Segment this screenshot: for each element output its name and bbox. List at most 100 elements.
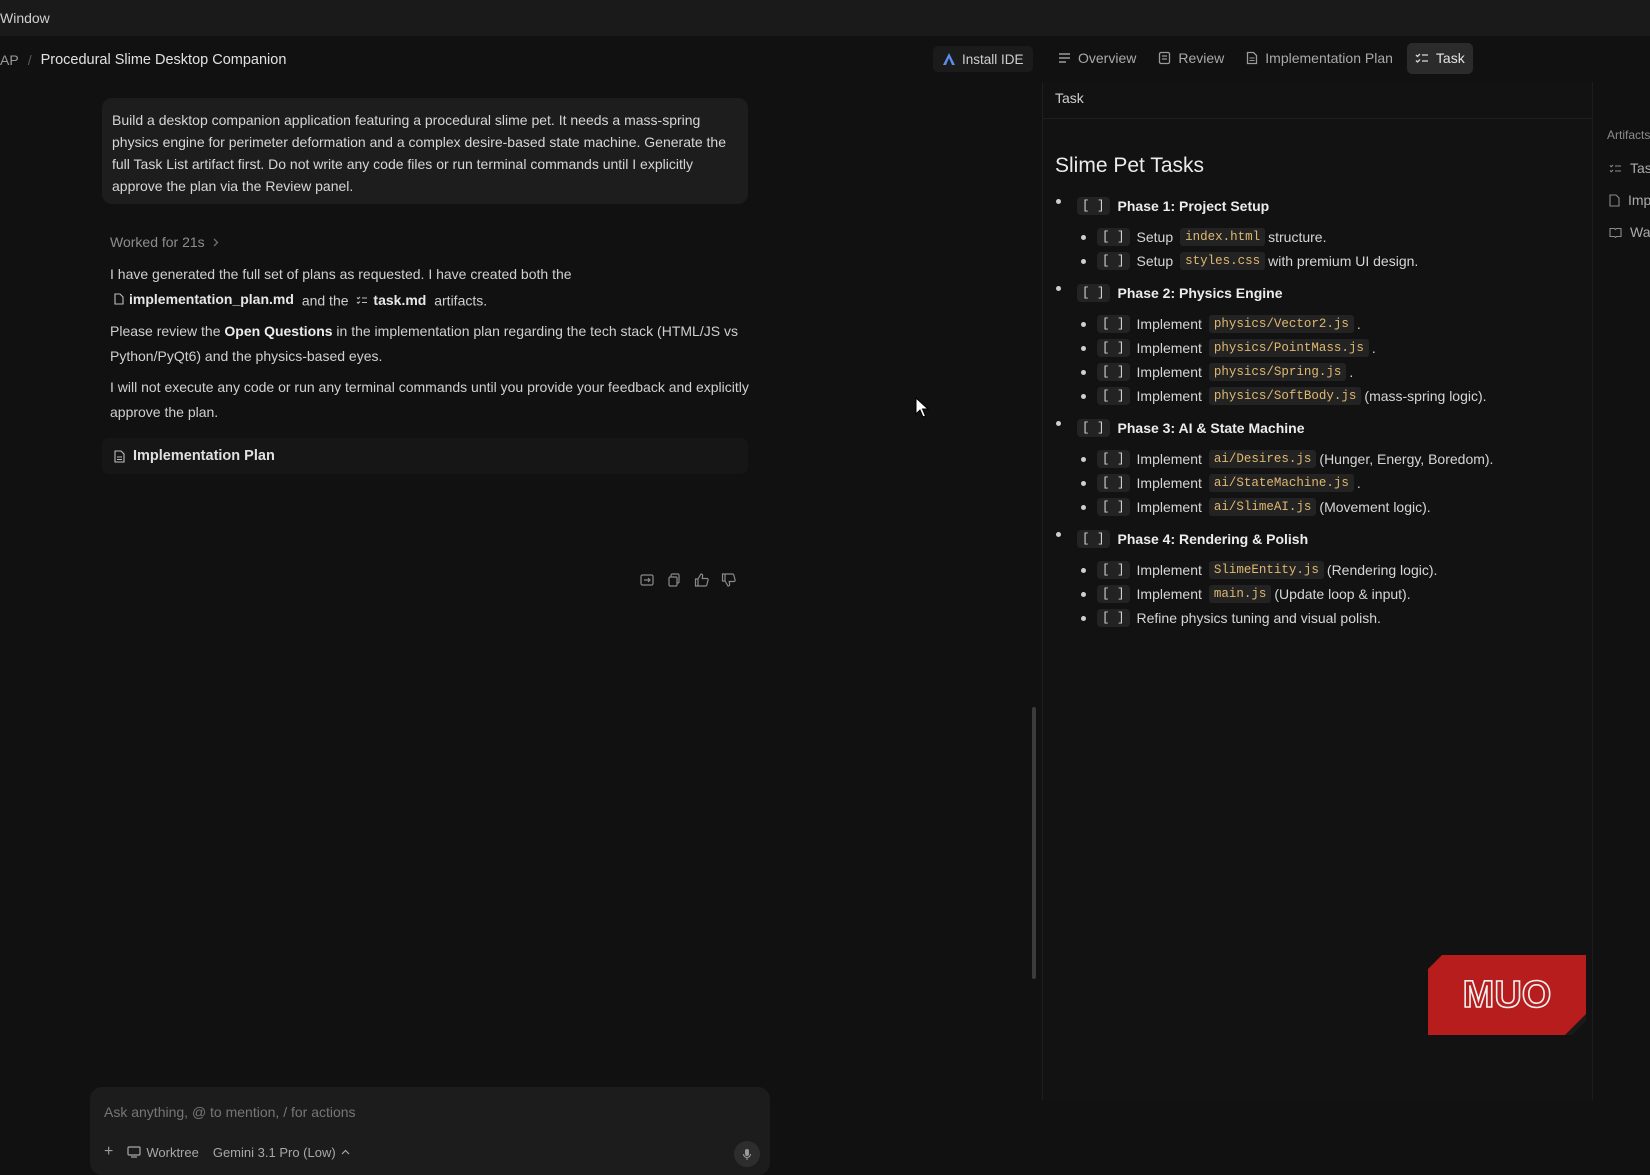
task-item: [ ] Implement physics/PointMass.js. — [1055, 336, 1595, 360]
task-checkbox[interactable]: [ ] — [1097, 363, 1130, 381]
task-checkbox[interactable]: [ ] — [1097, 339, 1130, 357]
phase-checkbox[interactable]: [ ] — [1077, 530, 1110, 548]
insert-icon[interactable] — [640, 573, 656, 589]
task-panel-divider — [1043, 118, 1593, 119]
bullet — [1081, 235, 1086, 240]
menubar: Window — [0, 0, 1650, 36]
phase-items: [ ] Implement ai/Desires.js (Hunger, Energy… — [1055, 447, 1595, 519]
model-label: Gemini 3.1 Pro (Low) — [212, 1144, 336, 1160]
artifact-item-implementation-plan[interactable]: Implementation Plan — [1609, 192, 1650, 208]
task-phase: [ ] Phase 2: Physics Engine [ ] Implement ph… — [1055, 281, 1595, 408]
file-link-implementation-plan[interactable]: implementation_plan.md — [110, 287, 298, 312]
phase-row: [ ] Phase 2: Physics Engine — [1077, 281, 1595, 305]
chat-scrollbar-thumb[interactable] — [1032, 707, 1036, 979]
phase-items: [ ] Setup index.html structure. [ ] Setup styl… — [1055, 225, 1595, 273]
task-item-code: physics/Spring.js — [1208, 363, 1347, 381]
phase-items: [ ] Implement physics/Vector2.js. [ ] Implem… — [1055, 312, 1595, 408]
assistant-response: I have generated the full set of plans a… — [110, 262, 750, 431]
task-checkbox[interactable]: [ ] — [1097, 228, 1130, 246]
task-item-text: Setup — [1136, 229, 1174, 245]
chat-panel: Build a desktop companion application fe… — [0, 80, 1030, 1175]
task-item-row: [ ] Implement ai/SlimeAI.js (Movement logic… — [1097, 495, 1595, 519]
task-checkbox[interactable]: [ ] — [1097, 609, 1130, 627]
tab-task[interactable]: Task — [1406, 42, 1473, 74]
phase-row: [ ] Phase 3: AI & State Machine — [1077, 416, 1595, 440]
message-actions — [640, 573, 737, 589]
task-panel: Task Slime Pet Tasks [ ] Phase 1: Project… — [1042, 82, 1595, 1100]
task-item-row: [ ] Implement physics/Vector2.js. — [1097, 312, 1595, 336]
worktree-button[interactable]: Worktree — [127, 1145, 199, 1160]
install-ide-label: Install IDE — [962, 51, 1024, 67]
file-link-task[interactable]: task.md — [352, 288, 430, 313]
task-item-text: Implement — [1136, 475, 1202, 491]
menu-window[interactable]: Window — [0, 10, 50, 26]
chat-input-placeholder[interactable]: Ask anything, @ to mention, / for action… — [104, 1104, 356, 1120]
phase-checkbox[interactable]: [ ] — [1077, 284, 1110, 302]
review-icon — [1159, 51, 1171, 65]
worked-for-label: Worked for 21s — [110, 234, 205, 250]
implementation-plan-card-label: Implementation Plan — [133, 448, 275, 464]
task-item-suffix: with premium UI design. — [1268, 253, 1419, 269]
task-checkbox[interactable]: [ ] — [1097, 561, 1130, 579]
task-item-text: Refine physics tuning and visual polish. — [1136, 610, 1381, 626]
task-item: [ ] Refine physics tuning and visual poli… — [1055, 606, 1595, 630]
task-checkbox[interactable]: [ ] — [1097, 585, 1130, 603]
bullet — [1081, 322, 1086, 327]
task-item-text: Implement — [1136, 562, 1202, 578]
monitor-icon — [127, 1146, 141, 1158]
copy-icon[interactable] — [667, 573, 683, 589]
thumbs-down-icon[interactable] — [721, 573, 737, 589]
chevron-up-icon — [341, 1149, 350, 1155]
chat-input-box[interactable]: Ask anything, @ to mention, / for action… — [90, 1087, 770, 1175]
bullet — [1056, 199, 1061, 204]
worked-for-toggle[interactable]: Worked for 21s — [110, 234, 219, 250]
task-checkbox[interactable]: [ ] — [1097, 315, 1130, 333]
task-item-suffix: (mass-spring logic). — [1364, 388, 1487, 404]
add-context-button[interactable]: + — [104, 1143, 113, 1161]
task-item-row: [ ] Implement main.js (Update loop & input)… — [1097, 582, 1595, 606]
phase-row: [ ] Phase 4: Rendering & Polish — [1077, 527, 1595, 551]
task-checkbox[interactable]: [ ] — [1097, 387, 1130, 405]
task-item-code: ai/Desires.js — [1208, 450, 1317, 468]
phase-checkbox[interactable]: [ ] — [1077, 419, 1110, 437]
breadcrumb-separator: / — [27, 52, 32, 68]
task-item-text: Implement — [1136, 340, 1202, 356]
artifact-tabs: Overview Review Implementation Plan Task — [1050, 42, 1473, 74]
artifacts-sidebar: Artifacts Task Implementation Plan Walkt… — [1592, 82, 1650, 1100]
tab-implementation-plan[interactable]: Implementation Plan — [1238, 43, 1401, 74]
task-checkbox[interactable]: [ ] — [1097, 498, 1130, 516]
model-selector[interactable]: Gemini 3.1 Pro (Low) — [213, 1145, 350, 1160]
artifact-item-task[interactable]: Task — [1609, 160, 1650, 176]
task-item-suffix: (Hunger, Energy, Boredom). — [1319, 451, 1494, 467]
task-item-row: [ ] Setup styles.css with premium UI design… — [1097, 249, 1595, 273]
tab-overview[interactable]: Overview — [1050, 43, 1144, 74]
install-ide-button[interactable]: Install IDE — [933, 46, 1033, 72]
artifact-item-label: Task — [1630, 160, 1650, 176]
task-list: [ ] Phase 1: Project Setup [ ] Setup index.h… — [1055, 194, 1595, 638]
thumbs-up-icon[interactable] — [694, 573, 710, 589]
implementation-plan-card[interactable]: Implementation Plan — [102, 438, 748, 474]
microphone-button[interactable] — [734, 1141, 760, 1167]
mouse-cursor-icon — [915, 397, 930, 418]
phase-checkbox[interactable]: [ ] — [1077, 197, 1110, 215]
file-name: implementation_plan.md — [129, 290, 294, 307]
user-message: Build a desktop companion application fe… — [102, 98, 748, 204]
checklist-icon — [1609, 164, 1621, 172]
task-item-row: [ ] Implement physics/PointMass.js. — [1097, 336, 1595, 360]
task-item: [ ] Setup index.html structure. — [1055, 225, 1595, 249]
task-item-suffix: structure. — [1268, 229, 1327, 245]
chat-scrollbar[interactable] — [1031, 82, 1037, 988]
checklist-icon — [357, 296, 368, 304]
task-checkbox[interactable]: [ ] — [1097, 252, 1130, 270]
task-checkbox[interactable]: [ ] — [1097, 474, 1130, 492]
task-item-text: Implement — [1136, 364, 1202, 380]
document-icon — [114, 449, 125, 463]
breadcrumb-parent[interactable]: AP — [0, 52, 19, 68]
artifact-item-label: Implementation Plan — [1628, 192, 1650, 208]
artifact-item-walkthrough[interactable]: Walkthrough — [1609, 224, 1650, 240]
task-item-row: [ ] Implement physics/Spring.js. — [1097, 360, 1595, 384]
bullet — [1081, 259, 1086, 264]
task-checkbox[interactable]: [ ] — [1097, 450, 1130, 468]
tab-review[interactable]: Review — [1150, 43, 1232, 74]
task-item-text: Implement — [1136, 388, 1202, 404]
